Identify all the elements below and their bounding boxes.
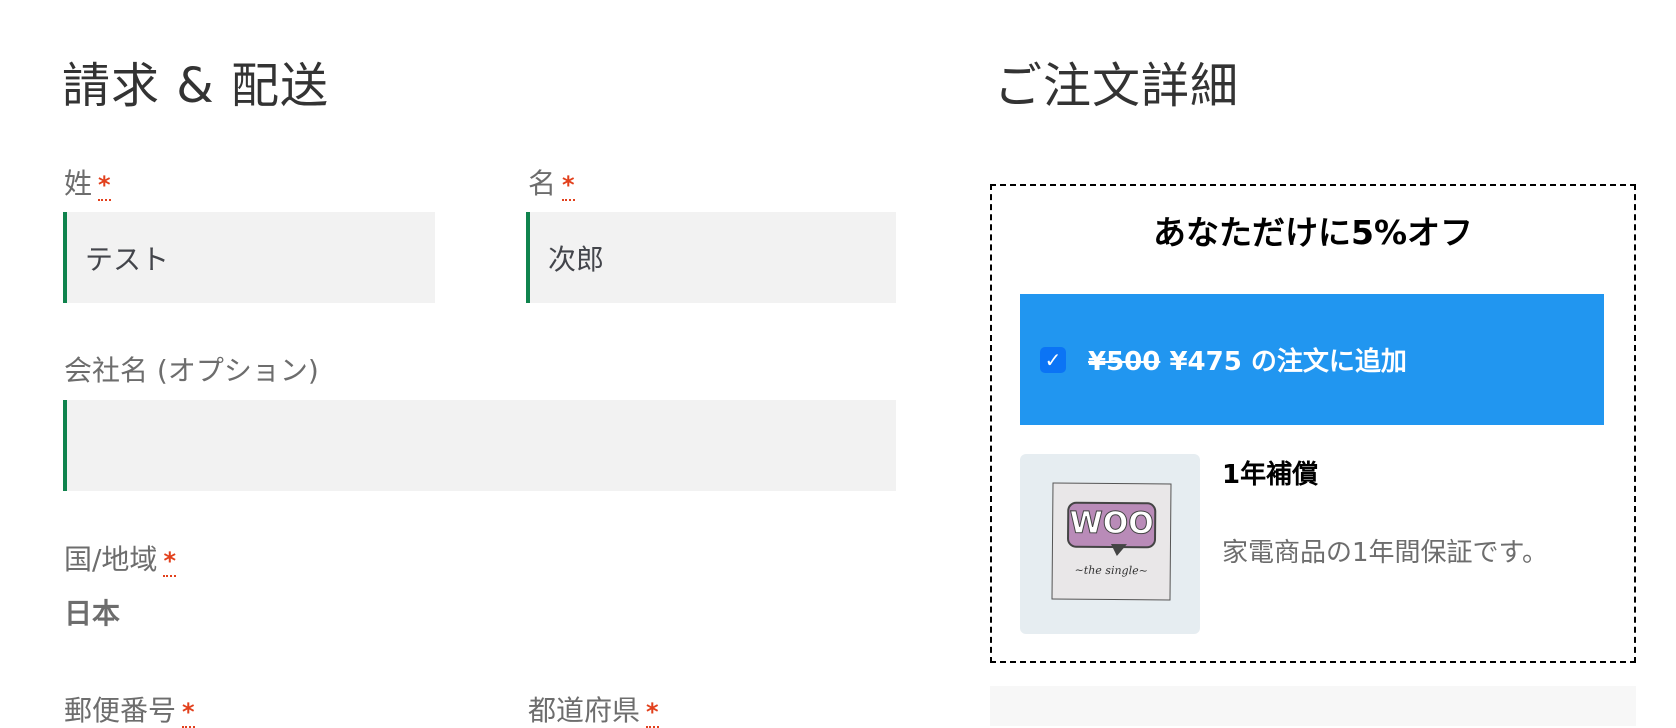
country-label-text: 国/地域	[64, 543, 158, 576]
order-heading: ご注文詳細	[994, 58, 1240, 114]
add-text: の注文に追加	[1250, 347, 1407, 377]
new-price: ¥475	[1169, 347, 1242, 377]
required-mark: *	[646, 698, 659, 728]
first-name-label-text: 名	[528, 167, 557, 200]
required-mark: *	[182, 698, 195, 728]
last-name-label: 姓 *	[64, 167, 111, 201]
old-price: ¥500	[1088, 347, 1161, 377]
country-label: 国/地域 *	[64, 543, 176, 577]
product-title: 1年補償	[1222, 460, 1319, 490]
order-review-table	[990, 686, 1636, 726]
required-mark: *	[562, 171, 575, 201]
state-label-text: 都道府県	[528, 694, 641, 727]
last-name-input[interactable]	[63, 212, 435, 303]
billing-heading: 請求 & 配送	[62, 58, 329, 114]
offer-checkbox[interactable]: ✓	[1040, 346, 1066, 373]
woo-card: WOO ~the single~	[1051, 482, 1172, 601]
product-image: WOO ~the single~	[1020, 454, 1200, 634]
postcode-label: 郵便番号 *	[64, 694, 195, 728]
offer-label: ¥500 ¥475 の注文に追加	[1088, 341, 1407, 378]
postcode-label-text: 郵便番号	[64, 694, 177, 727]
required-mark: *	[98, 171, 111, 201]
country-value: 日本	[64, 597, 121, 630]
company-label: 会社名 (オプション)	[64, 354, 319, 387]
company-input[interactable]	[63, 400, 896, 491]
first-name-input[interactable]	[526, 212, 896, 303]
speech-tail-icon	[1110, 543, 1127, 557]
offer-title: あなただけに5%オフ	[1152, 213, 1474, 252]
first-name-label: 名 *	[528, 167, 575, 201]
offer-add-toggle[interactable]: ✓ ¥500 ¥475 の注文に追加	[1020, 294, 1604, 425]
required-mark: *	[163, 547, 176, 577]
product-description: 家電商品の1年間保証です。	[1222, 538, 1548, 568]
image-caption: ~the single~	[1074, 563, 1148, 578]
woo-logo-icon: WOO	[1066, 501, 1157, 549]
checkmark-icon: ✓	[1044, 347, 1062, 372]
last-name-label-text: 姓	[64, 167, 93, 200]
state-label: 都道府県 *	[528, 694, 659, 728]
